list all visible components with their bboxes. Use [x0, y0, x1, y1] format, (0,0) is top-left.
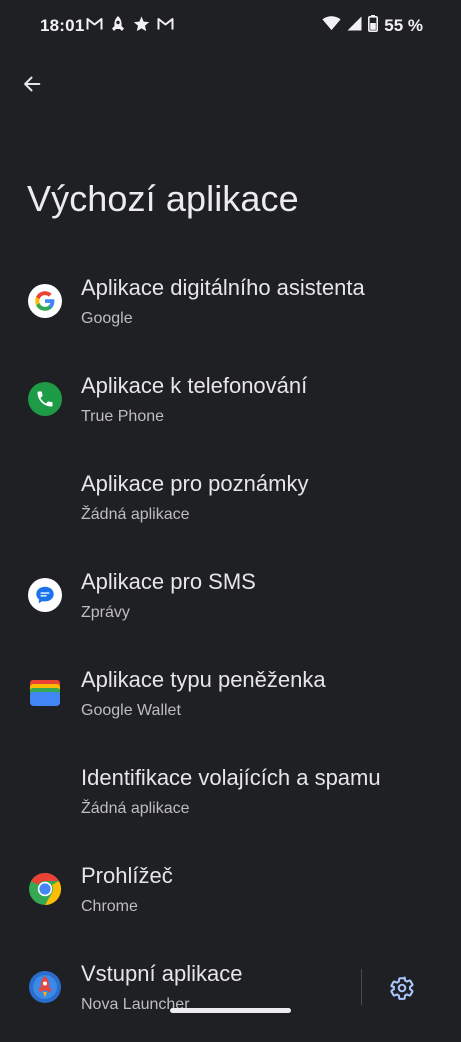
- phone-icon: [28, 382, 62, 416]
- item-subtitle: Google Wallet: [81, 702, 181, 719]
- gmail-icon-2: [157, 17, 174, 36]
- system-status: 55 %: [322, 15, 423, 37]
- cell-signal-icon: [347, 16, 362, 36]
- nova-launcher-icon: [28, 970, 62, 1004]
- messages-icon: [28, 578, 62, 612]
- gmail-icon: [86, 17, 103, 36]
- list-item-sms-app[interactable]: Aplikace pro SMS Zprávy: [0, 552, 461, 650]
- back-button[interactable]: [14, 66, 50, 102]
- item-subtitle: True Phone: [81, 408, 165, 425]
- nova-launcher-notification-icon: [110, 15, 126, 38]
- list-item-digital-assistant[interactable]: Aplikace digitálního asistenta Google: [0, 258, 461, 356]
- wifi-icon: [322, 16, 341, 36]
- default-apps-list: Aplikace digitálního asistenta Google Ap…: [0, 258, 461, 1042]
- chrome-icon: [28, 872, 62, 906]
- battery-percentage: 55 %: [384, 16, 423, 35]
- item-subtitle: Chrome: [81, 898, 138, 915]
- star-icon: [133, 16, 150, 37]
- item-title: Prohlížeč: [81, 863, 173, 888]
- arrow-back-icon: [24, 76, 41, 92]
- gesture-nav-handle[interactable]: [170, 1008, 291, 1013]
- item-title: Aplikace k telefonování: [81, 373, 308, 398]
- list-item-phone-app[interactable]: Aplikace k telefonování True Phone: [0, 356, 461, 454]
- item-subtitle: Žádná aplikace: [81, 506, 190, 523]
- list-item-notes-app[interactable]: Aplikace pro poznámky Žádná aplikace: [0, 454, 461, 552]
- status-bar: 18:01 55 %: [0, 0, 461, 54]
- home-app-settings-button[interactable]: [384, 970, 420, 1006]
- item-subtitle: Žádná aplikace: [81, 800, 190, 817]
- page-title: Výchozí aplikace: [27, 178, 299, 219]
- list-item-wallet-app[interactable]: Aplikace typu peněženka Google Wallet: [0, 650, 461, 748]
- item-title: Aplikace typu peněženka: [81, 667, 326, 692]
- wallet-icon: [28, 676, 62, 710]
- item-title: Identifikace volajících a spamu: [81, 765, 381, 790]
- item-divider: [361, 969, 362, 1005]
- list-item-browser[interactable]: Prohlížeč Chrome: [0, 846, 461, 944]
- status-time: 18:01: [40, 16, 85, 35]
- google-icon: [28, 284, 62, 318]
- item-title: Aplikace digitálního asistenta: [81, 275, 365, 300]
- item-title: Aplikace pro SMS: [81, 569, 256, 594]
- item-subtitle: Google: [81, 310, 133, 327]
- gear-icon: [390, 976, 414, 1000]
- battery-icon: [368, 15, 379, 37]
- item-title: Vstupní aplikace: [81, 961, 243, 986]
- list-item-caller-id-spam[interactable]: Identifikace volajících a spamu Žádná ap…: [0, 748, 461, 846]
- item-title: Aplikace pro poznámky: [81, 471, 309, 496]
- notification-icons: [86, 15, 174, 38]
- item-subtitle: Zprávy: [81, 604, 130, 621]
